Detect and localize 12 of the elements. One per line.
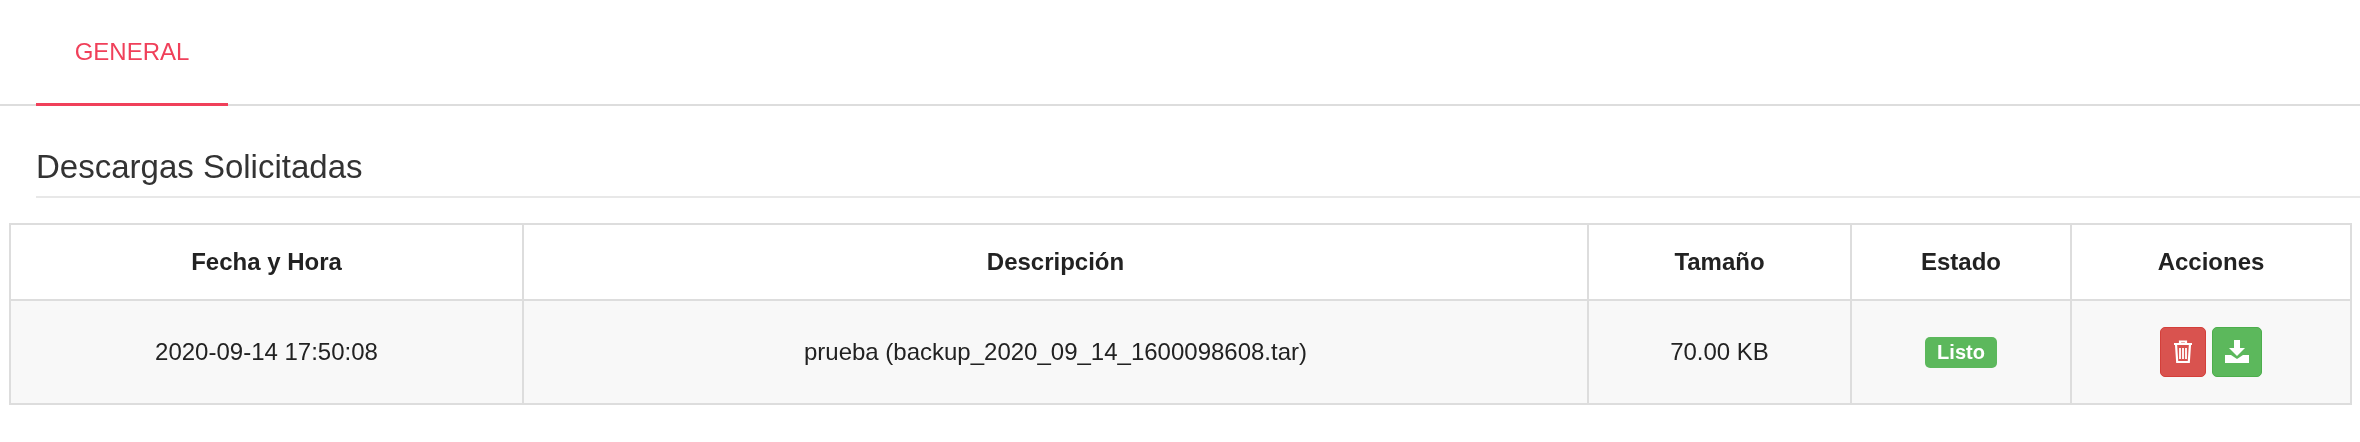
section-title: Descargas Solicitadas [36, 148, 364, 187]
table-cell: prueba (backup_2020_09_14_1600098608.tar) [523, 300, 1588, 404]
trash-icon [2173, 340, 2193, 364]
table-cell: 70.00 KB [1588, 300, 1851, 404]
table-cell: 2020-09-14 17:50:08 [10, 300, 523, 404]
status-badge: Listo [1925, 336, 1997, 368]
tab[interactable]: GENERAL [36, 0, 228, 106]
delete-button[interactable] [2160, 327, 2206, 377]
column-header: Descripción [523, 224, 1588, 300]
download-icon [2224, 340, 2250, 364]
column-header: Fecha y Hora [10, 224, 523, 300]
download-button[interactable] [2212, 327, 2262, 377]
